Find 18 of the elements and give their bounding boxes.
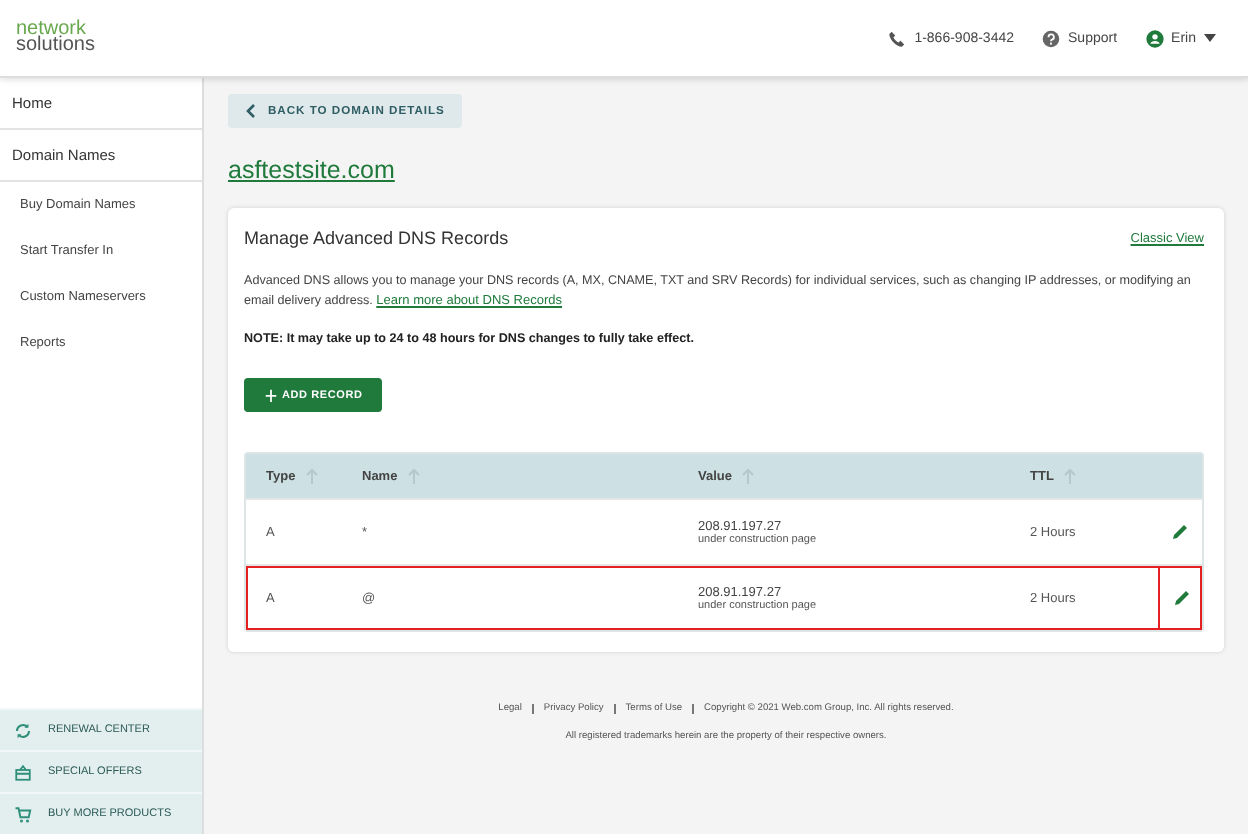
sort-icon[interactable] xyxy=(739,466,756,486)
card-title: Manage Advanced DNS Records xyxy=(244,228,509,248)
help-icon xyxy=(1042,29,1061,47)
cart-icon xyxy=(14,805,32,823)
edit-button[interactable] xyxy=(1170,522,1190,542)
caret-icon xyxy=(1204,34,1216,42)
sort-icon[interactable] xyxy=(303,466,320,486)
domain-title[interactable]: asftestsite.com xyxy=(228,156,395,184)
gift-box-icon xyxy=(14,763,32,781)
logo[interactable]: network solutions xyxy=(16,22,95,54)
plus-icon xyxy=(264,388,278,402)
user-avatar-icon xyxy=(1145,29,1164,47)
sort-icon[interactable] xyxy=(1061,466,1078,486)
edit-button[interactable] xyxy=(1171,588,1191,608)
chevron-left-icon xyxy=(246,104,256,118)
refresh-icon xyxy=(14,721,32,739)
sort-icon[interactable] xyxy=(405,466,422,486)
phone-icon xyxy=(888,29,907,47)
